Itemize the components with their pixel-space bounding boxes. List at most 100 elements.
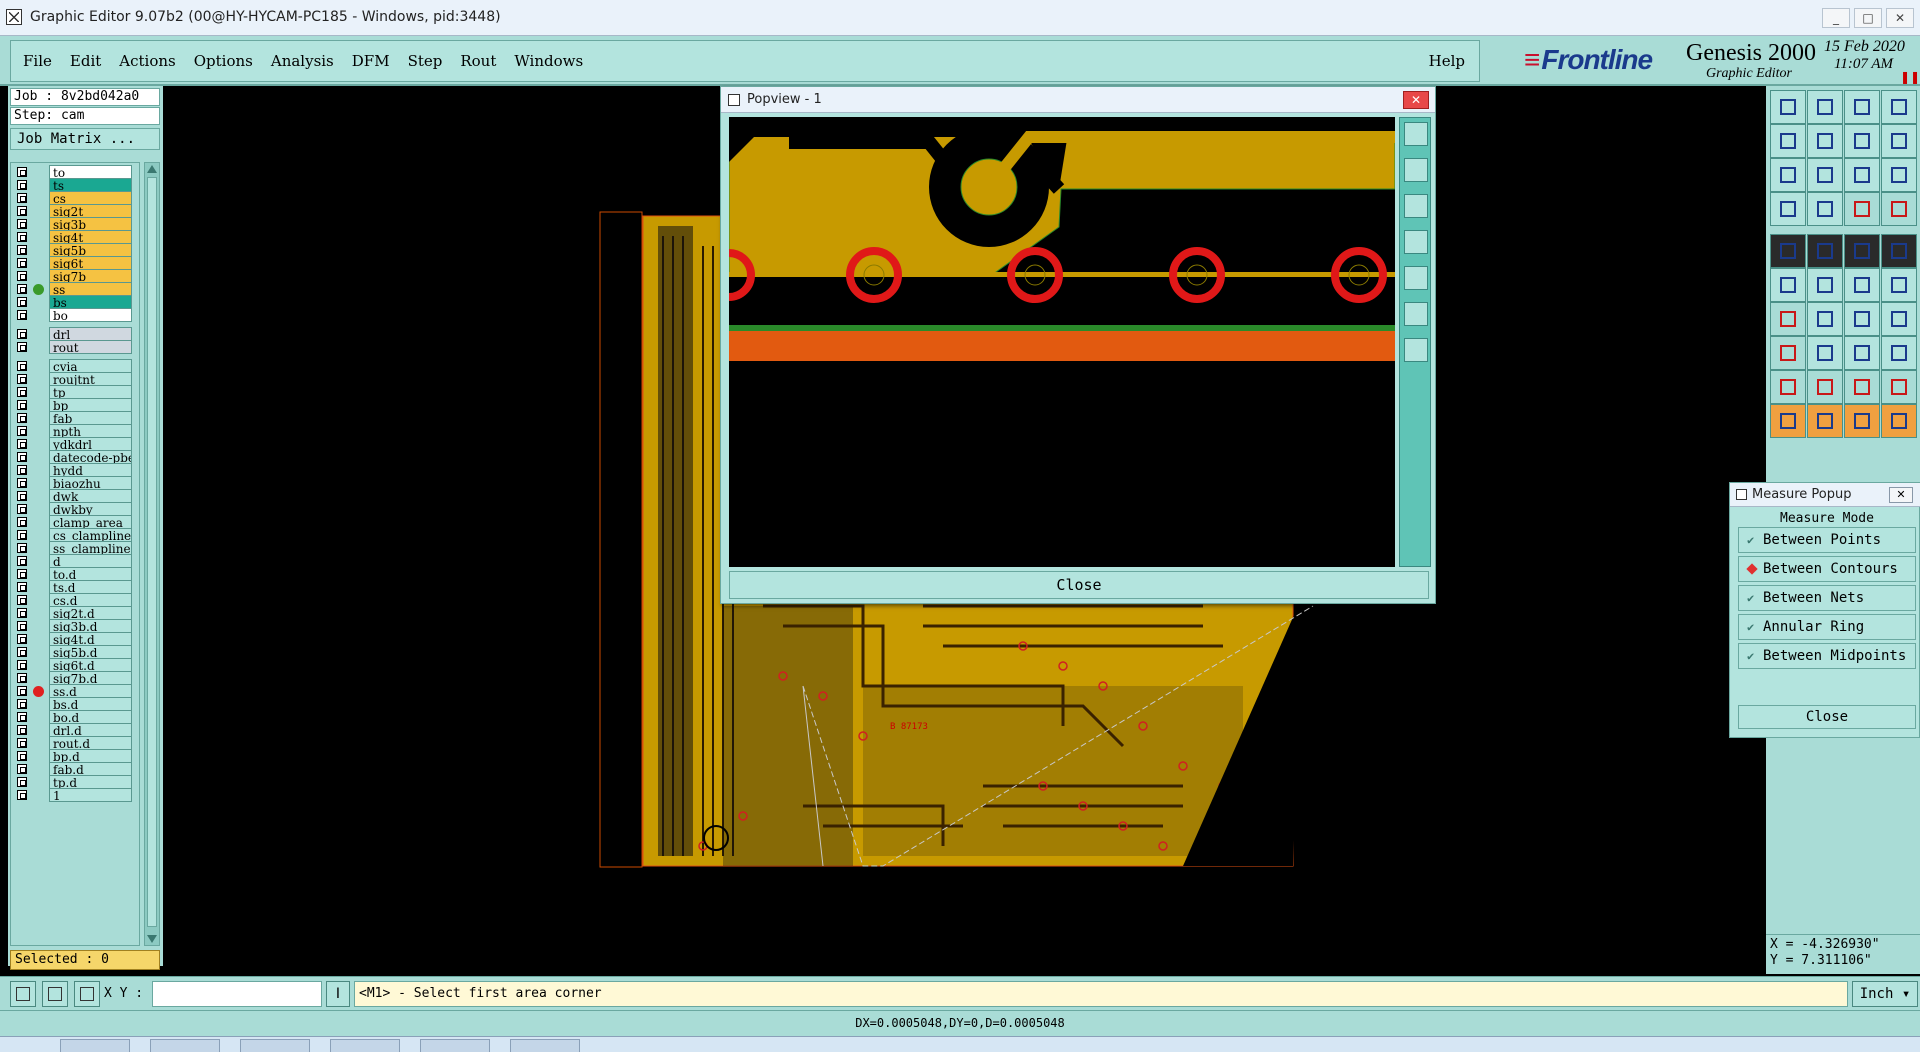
tool-button[interactable] <box>1844 302 1880 336</box>
layer-row[interactable]: hydd <box>11 463 141 477</box>
layer-name[interactable]: to <box>49 165 132 179</box>
tool-button[interactable] <box>1881 370 1917 404</box>
layer-row[interactable]: cvia <box>11 359 141 373</box>
layer-checkbox[interactable] <box>17 699 27 709</box>
measure-close-icon[interactable]: ✕ <box>1889 487 1913 503</box>
tool-button[interactable] <box>1807 158 1843 192</box>
layer-row[interactable]: biaozhu <box>11 476 141 490</box>
menu-windows[interactable]: Windows <box>514 52 583 70</box>
option-between-contours[interactable]: Between Contours <box>1738 556 1916 582</box>
layer-checkbox[interactable] <box>17 342 27 352</box>
layer-checkbox[interactable] <box>17 517 27 527</box>
layer-checkbox[interactable] <box>17 439 27 449</box>
layer-checkbox[interactable] <box>17 556 27 566</box>
layer-name[interactable]: ts <box>49 178 132 192</box>
tool-button[interactable] <box>1844 192 1880 226</box>
tool-button[interactable] <box>1770 158 1806 192</box>
layer-checkbox[interactable] <box>17 329 27 339</box>
layer-name[interactable]: sig3b.d <box>49 619 132 633</box>
layer-name[interactable]: sig6t.d <box>49 658 132 672</box>
layer-checkbox[interactable] <box>17 491 27 501</box>
layer-row[interactable]: sig7b <box>11 269 141 283</box>
layer-row[interactable]: rout <box>11 340 141 354</box>
layer-row[interactable]: sig5b <box>11 243 141 257</box>
layer-row[interactable]: to.d <box>11 567 141 581</box>
layer-checkbox[interactable] <box>17 310 27 320</box>
layer-row[interactable]: 1 <box>11 788 141 802</box>
layer-row[interactable]: tp.d <box>11 775 141 789</box>
minimize-button[interactable]: _ <box>1822 8 1850 28</box>
layer-name[interactable]: datecode-pbe <box>49 450 132 464</box>
layer-name[interactable]: ss_clampline <box>49 541 132 555</box>
layer-name[interactable]: fab.d <box>49 762 132 776</box>
layer-row[interactable]: dwkby <box>11 502 141 516</box>
layer-name[interactable]: hydd <box>49 463 132 477</box>
layer-name[interactable]: sig5b <box>49 243 132 257</box>
tool-button[interactable] <box>1807 302 1843 336</box>
layer-checkbox[interactable] <box>17 232 27 242</box>
layer-checkbox[interactable] <box>17 452 27 462</box>
tool-button[interactable] <box>1807 234 1843 268</box>
layer-row[interactable]: sig3b.d <box>11 619 141 633</box>
layer-row[interactable]: sig7b.d <box>11 671 141 685</box>
tool-button[interactable] <box>1844 90 1880 124</box>
tool-button[interactable] <box>1881 90 1917 124</box>
layer-checkbox[interactable] <box>17 543 27 553</box>
taskbar-item[interactable] <box>240 1039 310 1052</box>
option-between-points[interactable]: ✔ Between Points <box>1738 527 1916 553</box>
tool-button[interactable] <box>1770 370 1806 404</box>
layer-checkbox[interactable] <box>17 634 27 644</box>
layer-name[interactable]: bs.d <box>49 697 132 711</box>
tool-button[interactable] <box>1770 192 1806 226</box>
layer-checkbox[interactable] <box>17 595 27 605</box>
layer-name[interactable]: bp.d <box>49 749 132 763</box>
popview-canvas[interactable] <box>729 117 1395 567</box>
layer-row[interactable]: sig4t <box>11 230 141 244</box>
layer-row[interactable]: sig6t <box>11 256 141 270</box>
tool-button[interactable] <box>1807 404 1843 438</box>
layer-row[interactable]: fab.d <box>11 762 141 776</box>
layer-checkbox[interactable] <box>17 387 27 397</box>
layer-checkbox[interactable] <box>17 751 27 761</box>
layer-name[interactable]: d <box>49 554 132 568</box>
layer-row[interactable]: rout.d <box>11 736 141 750</box>
layer-name[interactable]: cs.d <box>49 593 132 607</box>
layer-checkbox[interactable] <box>17 258 27 268</box>
layer-checkbox[interactable] <box>17 777 27 787</box>
layer-name[interactable]: cvia <box>49 359 132 373</box>
popview-close-button[interactable]: Close <box>729 571 1429 599</box>
info-button[interactable]: I <box>326 981 350 1007</box>
layer-name[interactable]: roujtnt <box>49 372 132 386</box>
popview-tool-3[interactable] <box>1404 194 1428 218</box>
tool-button[interactable] <box>1770 268 1806 302</box>
layer-row[interactable]: drl.d <box>11 723 141 737</box>
snap-icon[interactable] <box>10 981 36 1007</box>
layer-checkbox[interactable] <box>17 712 27 722</box>
menu-help[interactable]: Help <box>1429 52 1465 70</box>
layer-name[interactable]: sig2t <box>49 204 132 218</box>
layer-checkbox[interactable] <box>17 245 27 255</box>
tool-button[interactable] <box>1807 268 1843 302</box>
close-window-button[interactable]: ✕ <box>1886 8 1914 28</box>
layer-row[interactable]: datecode-pbe <box>11 450 141 464</box>
layer-name[interactable]: bp <box>49 398 132 412</box>
layer-name[interactable]: sig4t.d <box>49 632 132 646</box>
menu-step[interactable]: Step <box>408 52 443 70</box>
layer-row[interactable]: sig6t.d <box>11 658 141 672</box>
tool-button[interactable] <box>1807 336 1843 370</box>
layer-name[interactable]: sig7b <box>49 269 132 283</box>
layer-row[interactable]: bo <box>11 308 141 322</box>
menu-dfm[interactable]: DFM <box>352 52 390 70</box>
layer-row[interactable]: ts.d <box>11 580 141 594</box>
layer-name[interactable]: rout.d <box>49 736 132 750</box>
layer-checkbox[interactable] <box>17 725 27 735</box>
tool-button[interactable] <box>1881 192 1917 226</box>
layer-name[interactable]: bs <box>49 295 132 309</box>
taskbar-item[interactable] <box>510 1039 580 1052</box>
tool-button[interactable] <box>1844 234 1880 268</box>
popview-tool-2[interactable] <box>1404 158 1428 182</box>
layer-checkbox[interactable] <box>17 764 27 774</box>
layer-row[interactable]: ydkdrl <box>11 437 141 451</box>
tool-button[interactable] <box>1881 124 1917 158</box>
layer-name[interactable]: ts.d <box>49 580 132 594</box>
